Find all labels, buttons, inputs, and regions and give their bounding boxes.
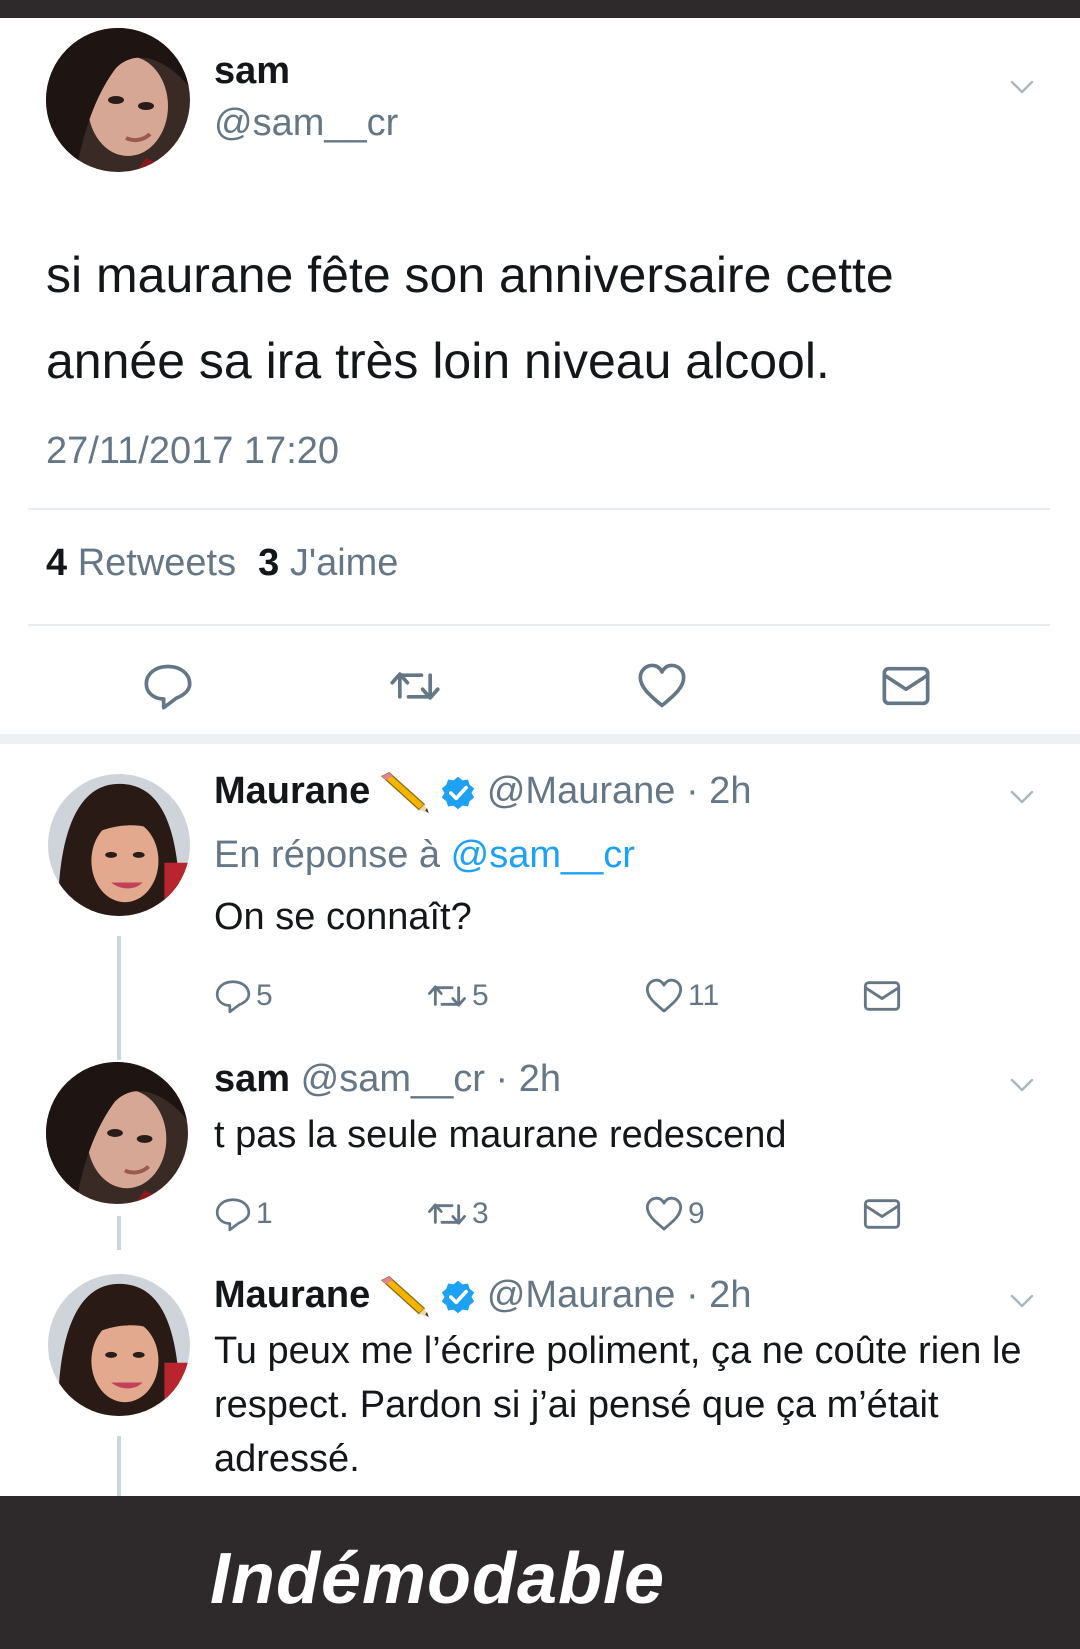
author-name[interactable]: Maurane xyxy=(214,1274,370,1316)
like-icon[interactable] xyxy=(636,660,688,712)
retweet-icon[interactable] xyxy=(388,660,442,712)
retweet-icon xyxy=(426,976,468,1016)
chevron-down-icon[interactable] xyxy=(1010,1078,1034,1092)
reply-actions: 1 3 9 xyxy=(214,1192,934,1236)
dm-icon xyxy=(862,1194,902,1234)
divider xyxy=(28,508,1050,510)
reply-button[interactable]: 5 xyxy=(214,974,273,1018)
like-count: 11 xyxy=(688,979,720,1012)
like-icon xyxy=(644,1194,684,1234)
like-button[interactable]: 9 xyxy=(644,1192,705,1236)
retweets-count: 4 xyxy=(46,542,68,584)
author-name[interactable]: Maurane xyxy=(214,770,370,812)
reply-icon[interactable] xyxy=(142,660,194,712)
avatar[interactable] xyxy=(48,1274,190,1416)
thread-line xyxy=(117,936,121,1044)
reply-time: · 2h xyxy=(495,1058,561,1100)
like-icon xyxy=(644,976,684,1016)
reply-time: · 2h xyxy=(685,1274,752,1316)
retweet-button[interactable]: 3 xyxy=(426,1192,489,1236)
retweet-count: 5 xyxy=(472,979,489,1012)
reply-context: En réponse à @sam__cr xyxy=(214,834,635,877)
dm-icon xyxy=(862,976,902,1016)
reply-button[interactable]: 1 xyxy=(214,1192,273,1236)
reply-text: Tu peux me l’écrire poliment, ça ne coût… xyxy=(214,1330,1022,1480)
reply-icon xyxy=(214,1195,252,1233)
chevron-down-icon[interactable] xyxy=(1010,80,1034,94)
reply-text: On se connaît? xyxy=(214,896,472,938)
reply-header: Maurane @Maurane · 2h xyxy=(214,770,751,815)
thread-line xyxy=(117,1044,121,1060)
pencil-emoji-icon xyxy=(378,771,432,815)
reply-time: · 2h xyxy=(685,770,752,812)
author-handle[interactable]: @sam__cr xyxy=(301,1058,485,1100)
likes-count: 3 xyxy=(258,542,280,584)
author-handle[interactable]: @Maurane xyxy=(487,1274,676,1316)
sam-avatar-image xyxy=(46,1062,188,1204)
dm-button[interactable] xyxy=(862,974,906,1018)
story-caption-bar: Indémodable xyxy=(0,1496,1080,1649)
avatar[interactable] xyxy=(48,774,190,916)
retweets-label: Retweets xyxy=(77,542,237,584)
retweet-button[interactable]: 5 xyxy=(426,974,489,1018)
maurane-avatar-image xyxy=(48,1274,190,1416)
reply-tweet: Maurane @Maurane · 2h En réponse à @sam_… xyxy=(0,744,1080,1044)
pencil-emoji-icon xyxy=(378,1275,432,1319)
main-tweet: sam @sam__cr si maurane fête son anniver… xyxy=(0,18,1080,738)
reply-count: 1 xyxy=(256,1197,273,1230)
reply-actions: 5 5 11 xyxy=(214,974,934,1018)
reply-icon xyxy=(214,977,252,1015)
retweet-count: 3 xyxy=(472,1197,489,1230)
reply-tweet: Maurane @Maurane · 2h Tu peux me l’écrir… xyxy=(0,1264,1080,1496)
likes-label: J'aime xyxy=(289,542,399,584)
retweet-icon xyxy=(426,1194,468,1234)
avatar[interactable] xyxy=(46,28,190,172)
reply-header: sam @sam__cr · 2h xyxy=(214,1058,561,1101)
sam-avatar-image xyxy=(46,28,190,172)
tweet-text: si maurane fête son anniversaire cette a… xyxy=(46,247,894,389)
dm-icon[interactable] xyxy=(880,660,932,712)
maurane-avatar-image xyxy=(48,774,190,916)
author-handle[interactable]: @Maurane xyxy=(487,770,676,812)
section-separator xyxy=(0,734,1080,744)
reply-mention-link[interactable]: @sam__cr xyxy=(451,834,635,876)
like-stat[interactable]: 3 J'aime xyxy=(258,542,398,584)
author-name[interactable]: sam xyxy=(214,1058,290,1100)
verified-icon xyxy=(440,775,476,811)
story-caption: Indémodable xyxy=(210,1539,666,1619)
retweet-stat[interactable]: 4 Retweets xyxy=(46,542,236,584)
thread-line xyxy=(117,1216,121,1250)
like-count: 9 xyxy=(688,1197,705,1230)
author-handle[interactable]: @sam__cr xyxy=(214,102,398,145)
reply-text: t pas la seule maurane redescend xyxy=(214,1114,787,1156)
reply-count: 5 xyxy=(256,979,273,1012)
reply-tweet: sam @sam__cr · 2h t pas la seule maurane… xyxy=(0,1044,1080,1264)
chevron-down-icon[interactable] xyxy=(1010,1294,1034,1308)
like-button[interactable]: 11 xyxy=(644,974,719,1018)
tweet-stats: 4 Retweets 3 J'aime xyxy=(46,542,398,585)
dm-button[interactable] xyxy=(862,1192,906,1236)
divider xyxy=(28,624,1050,626)
chevron-down-icon[interactable] xyxy=(1010,790,1034,804)
reply-prefix: En réponse à xyxy=(214,834,441,876)
avatar[interactable] xyxy=(46,1062,188,1204)
reply-header: Maurane @Maurane · 2h xyxy=(214,1274,751,1319)
thread-line xyxy=(117,1436,121,1496)
verified-icon xyxy=(440,1279,476,1315)
author-name[interactable]: sam xyxy=(214,50,290,93)
tweet-timestamp: 27/11/2017 17:20 xyxy=(46,430,340,472)
top-status-bar xyxy=(0,0,1080,18)
